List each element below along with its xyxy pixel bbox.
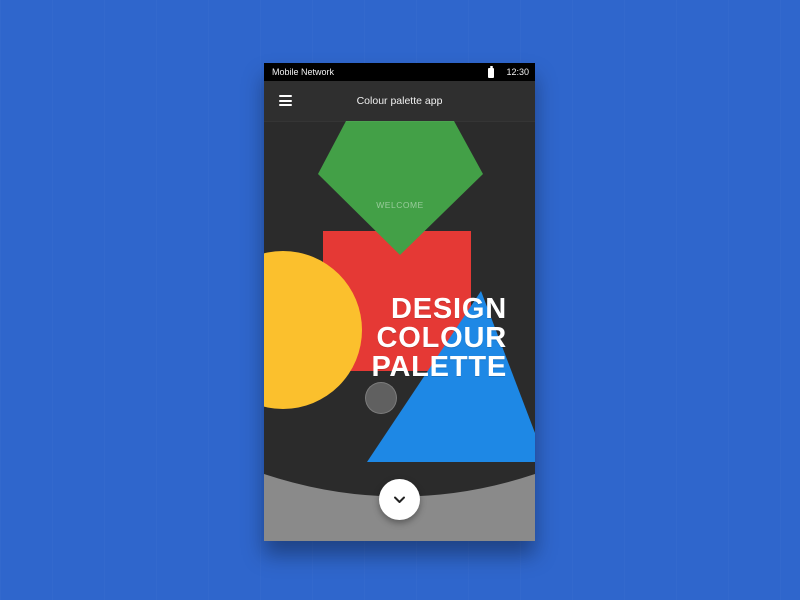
- status-right: 12:30: [488, 63, 529, 81]
- content-area: WELCOME DESIGN COLOUR PALETTE: [264, 121, 535, 541]
- welcome-label: WELCOME: [376, 200, 424, 210]
- network-label: Mobile Network: [272, 67, 335, 77]
- scroll-down-button[interactable]: [379, 479, 420, 520]
- status-bar: Mobile Network 12:30: [264, 63, 535, 81]
- hero-line-colour: COLOUR: [376, 322, 507, 354]
- hero-line-palette: PALETTE: [371, 351, 507, 383]
- app-title: Colour palette app: [356, 95, 443, 107]
- battery-icon: [488, 65, 495, 78]
- phone-frame: Mobile Network 12:30 Colour palette app: [264, 63, 535, 541]
- touch-indicator: [365, 382, 397, 414]
- hero-text: DESIGN COLOUR PALETTE: [347, 295, 507, 382]
- hero-line-design: DESIGN: [391, 293, 507, 325]
- time-label: 12:30: [506, 67, 529, 77]
- app-bar: Colour palette app: [264, 81, 535, 121]
- chevron-down-icon: [394, 496, 405, 503]
